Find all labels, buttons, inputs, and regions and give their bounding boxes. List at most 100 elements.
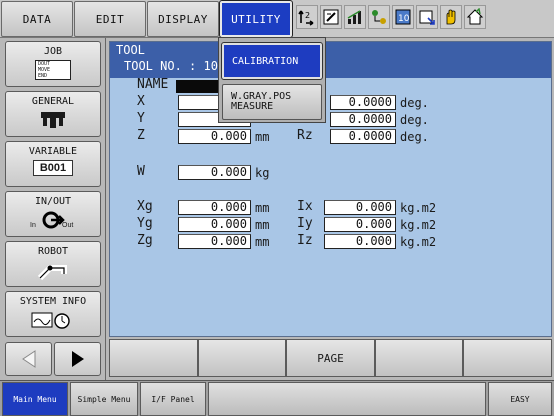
- bottom-button-bar: PAGE: [109, 339, 552, 377]
- inout-label: IN/OUT: [34, 196, 72, 207]
- z-unit: mm: [255, 130, 270, 144]
- z-value-field[interactable]: 0.000: [178, 129, 251, 144]
- robot-button[interactable]: ROBOT: [5, 241, 101, 287]
- zg-label: Zg: [137, 233, 153, 248]
- coordinate-icon[interactable]: 2: [296, 5, 318, 29]
- left-arrow-icon: [21, 350, 35, 368]
- z-label: Z: [137, 128, 145, 143]
- signal-bars-icon[interactable]: [344, 5, 366, 29]
- home-icon[interactable]: [464, 5, 486, 29]
- name-label: NAME: [137, 77, 169, 92]
- iz-unit: kg.m2: [400, 235, 437, 249]
- x-label: X: [137, 94, 145, 109]
- main-menu-button[interactable]: Main Menu: [2, 382, 68, 416]
- calibration-menu-item[interactable]: CALIBRATION: [221, 42, 323, 80]
- iz-value-field[interactable]: 0.000: [324, 234, 396, 249]
- if-panel-button[interactable]: I/F Panel: [140, 382, 206, 416]
- zg-unit: mm: [255, 235, 270, 249]
- network-icon[interactable]: [368, 5, 390, 29]
- inout-icon: In Out: [28, 210, 78, 232]
- ry-value-field[interactable]: 0.0000: [330, 112, 396, 127]
- wgray-pos-measure-menu-item[interactable]: W.GRAY.POS MEASURE: [222, 84, 322, 120]
- xg-label: Xg: [137, 199, 153, 214]
- calibration-label: CALIBRATION: [232, 55, 299, 67]
- tool-content-panel: TOOL TOOL NO. : 10 NAME X Y Z 0.000 mm R…: [109, 41, 552, 337]
- data-menu-button[interactable]: DATA: [1, 1, 73, 37]
- bottom-button-2[interactable]: [197, 339, 287, 377]
- w-value-field[interactable]: 0.000: [178, 165, 251, 180]
- rz-value-field[interactable]: 0.0000: [330, 129, 396, 144]
- iz-label: Iz: [297, 233, 313, 248]
- side-menu: JOB DOUT MOVE END GENERAL VARIABLE B001 …: [0, 38, 106, 380]
- ry-unit: deg.: [400, 113, 429, 127]
- hand-icon[interactable]: [440, 5, 462, 29]
- tool-no-label: TOOL NO. : 10: [124, 59, 218, 73]
- general-button[interactable]: GENERAL: [5, 91, 101, 137]
- tool-frame-icon[interactable]: 10: [392, 5, 414, 29]
- rx-value-field[interactable]: 0.0000: [330, 95, 396, 110]
- zg-value-field[interactable]: 0.000: [178, 234, 251, 249]
- xg-unit: mm: [255, 201, 270, 215]
- yg-label: Yg: [137, 216, 153, 231]
- next-arrow-button[interactable]: [54, 342, 101, 376]
- iy-label: Iy: [297, 216, 313, 231]
- system-info-label: SYSTEM INFO: [19, 296, 87, 307]
- prev-arrow-button[interactable]: [5, 342, 52, 376]
- status-bar: Main Menu Simple Menu I/F Panel EASY: [0, 380, 554, 416]
- inout-out-text: Out: [62, 222, 74, 229]
- display-menu-button[interactable]: DISPLAY: [147, 1, 219, 37]
- ix-value-field[interactable]: 0.000: [324, 200, 396, 215]
- ix-unit: kg.m2: [400, 201, 437, 215]
- svg-text:10: 10: [398, 14, 410, 24]
- yg-unit: mm: [255, 218, 270, 232]
- job-icon: DOUT MOVE END: [35, 60, 71, 80]
- tool-no-value: : 10: [189, 59, 218, 73]
- variable-button[interactable]: VARIABLE B001: [5, 141, 101, 187]
- ix-label: Ix: [297, 199, 313, 214]
- job-icon-line: END: [38, 73, 48, 79]
- page-button[interactable]: PAGE: [286, 339, 375, 377]
- robot-arm-icon: [36, 260, 70, 282]
- rz-label: Rz: [297, 128, 313, 143]
- inout-in-text: In: [30, 222, 36, 229]
- edit-pad-icon[interactable]: [320, 5, 342, 29]
- utility-dropdown-menu: CALIBRATION W.GRAY.POS MEASURE: [218, 37, 326, 123]
- job-button[interactable]: JOB DOUT MOVE END: [5, 41, 101, 87]
- simple-menu-button[interactable]: Simple Menu: [70, 382, 138, 416]
- content-title: TOOL: [116, 43, 145, 57]
- name-field[interactable]: [176, 80, 221, 93]
- bottom-button-1[interactable]: [109, 339, 198, 377]
- system-info-icon: [30, 310, 76, 330]
- svg-text:2: 2: [305, 11, 310, 20]
- bottom-button-5[interactable]: [463, 339, 552, 377]
- tool-no-label-text: TOOL NO.: [124, 59, 182, 73]
- inout-button[interactable]: IN/OUT In Out: [5, 191, 101, 237]
- content-header: TOOL TOOL NO. : 10: [110, 42, 551, 78]
- select-icon[interactable]: [416, 5, 438, 29]
- w-unit: kg: [255, 166, 270, 180]
- rx-unit: deg.: [400, 96, 429, 110]
- wgray-label-line2: MEASURE: [231, 101, 274, 112]
- y-label: Y: [137, 111, 145, 126]
- variable-label: VARIABLE: [28, 146, 78, 157]
- status-message-area: [208, 382, 486, 416]
- toolbar-icons: 2 10: [296, 5, 486, 33]
- side-nav-arrows: [5, 342, 101, 376]
- bottom-button-4[interactable]: [374, 339, 464, 377]
- variable-value: B001: [33, 160, 73, 176]
- top-menu-bar: DATA EDIT DISPLAY UTILITY 2 10: [0, 0, 554, 38]
- utility-menu-button[interactable]: UTILITY: [219, 0, 293, 38]
- tool-gripper-icon: [38, 110, 68, 130]
- iy-value-field[interactable]: 0.000: [324, 217, 396, 232]
- w-label: W: [137, 164, 145, 179]
- job-label: JOB: [43, 46, 63, 57]
- system-info-button[interactable]: SYSTEM INFO: [5, 291, 101, 337]
- easy-button[interactable]: EASY: [488, 382, 552, 416]
- yg-value-field[interactable]: 0.000: [178, 217, 251, 232]
- iy-unit: kg.m2: [400, 218, 437, 232]
- xg-value-field[interactable]: 0.000: [178, 200, 251, 215]
- general-label: GENERAL: [31, 96, 75, 107]
- edit-menu-button[interactable]: EDIT: [74, 1, 146, 37]
- rz-unit: deg.: [400, 130, 429, 144]
- robot-label: ROBOT: [37, 246, 69, 257]
